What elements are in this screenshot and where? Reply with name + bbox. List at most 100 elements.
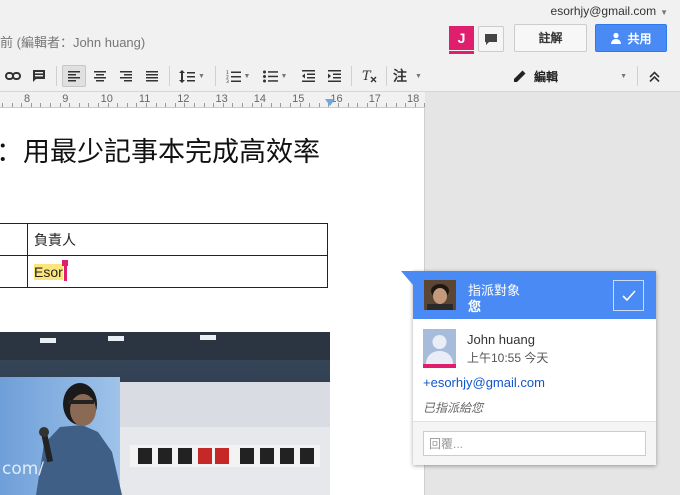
ruler-number: 10: [100, 93, 113, 105]
ruler-tick: [156, 103, 157, 107]
insert-link-button[interactable]: [2, 65, 24, 87]
comments-button[interactable]: 註解: [514, 24, 587, 52]
table-cell[interactable]: 負責人: [27, 223, 328, 256]
ruler-tick: [242, 103, 243, 107]
reply-input[interactable]: [423, 431, 646, 456]
double-chevron-up-icon: [648, 70, 660, 82]
table-cell-assignee[interactable]: Esor: [27, 255, 328, 288]
ruler-margin: [425, 92, 680, 108]
style-menu[interactable]: 注 ▼: [393, 65, 433, 87]
resolve-button[interactable]: [613, 280, 644, 311]
numbered-list-button[interactable]: 123 ▼: [220, 65, 256, 87]
checkmark-icon: [621, 290, 636, 301]
ruler-tick: [357, 103, 358, 107]
indent-marker-icon[interactable]: [325, 99, 335, 106]
ruler-number: 8: [24, 93, 31, 105]
ruler-tick: [31, 103, 32, 107]
chevron-down-icon: ▼: [660, 8, 668, 17]
ruler-tick: [108, 103, 109, 107]
toolbar-divider: [351, 66, 352, 86]
chevron-down-icon: ▼: [198, 72, 205, 80]
ruler-tick: [252, 103, 253, 107]
ruler-tick: [300, 103, 301, 107]
bulleted-list-icon: [262, 70, 278, 82]
align-center-button[interactable]: [88, 65, 112, 87]
ruler-number: 14: [253, 93, 267, 105]
comment-icon: [33, 70, 45, 82]
document-photo[interactable]: com/: [0, 332, 330, 495]
ruler-tick: [165, 103, 166, 107]
toolbar-divider: [56, 66, 57, 86]
ruler-tick: [88, 103, 89, 107]
ruler-tick: [376, 103, 377, 107]
chevron-down-icon: ▼: [415, 72, 422, 80]
formatting-toolbar: ▼ 123 ▼ ▼ T 注 ▼ 編輯 ▼: [0, 60, 680, 92]
last-edit-link[interactable]: 前 (編輯者：John huang): [0, 32, 145, 51]
clear-formatting-icon: T: [362, 69, 376, 83]
assigned-note: 已指派給您: [423, 401, 484, 415]
decrease-indent-button[interactable]: [297, 65, 319, 87]
chat-button[interactable]: [478, 26, 504, 52]
ruler-tick: [204, 103, 205, 107]
collaborator-avatar[interactable]: J: [449, 26, 474, 50]
ruler-tick: [309, 103, 310, 107]
collaborator-color-bar: [449, 51, 474, 54]
ruler-tick: [232, 103, 233, 107]
increase-indent-button[interactable]: [323, 65, 345, 87]
share-label: 共用: [627, 31, 652, 46]
assignee-photo-image: [424, 280, 456, 310]
ruler-tick: [223, 103, 224, 107]
ruler-tick: [386, 103, 387, 107]
ruler-tick: [348, 103, 349, 107]
table-cell[interactable]: [0, 255, 28, 288]
document-page[interactable]: ：用最少記事本完成高效率 負責人 Esor com/: [0, 108, 425, 495]
share-button[interactable]: 共用: [595, 24, 667, 52]
comment-author: John huang: [467, 332, 535, 347]
ruler-number: 18: [407, 93, 420, 105]
ruler-number: 17: [368, 93, 381, 105]
ruler-tick: [146, 103, 147, 107]
ruler-number: 9: [62, 93, 69, 105]
ruler-tick: [117, 103, 118, 107]
svg-text:3: 3: [226, 79, 229, 83]
align-center-icon: [94, 70, 106, 81]
ruler-tick: [98, 103, 99, 107]
ruler-tick: [194, 103, 195, 107]
toolbar-divider: [386, 66, 387, 86]
person-icon: [611, 32, 622, 44]
ruler[interactable]: 8 9 10 11 12 13 14 15 16 17 18: [0, 92, 425, 108]
svg-text:T: T: [362, 69, 372, 83]
mention-link[interactable]: +esorhjy@gmail.com: [423, 375, 545, 390]
ruler-number: 15: [292, 93, 305, 105]
clear-formatting-button[interactable]: T: [357, 65, 381, 87]
align-right-button[interactable]: [114, 65, 138, 87]
align-left-button[interactable]: [62, 65, 86, 87]
table-cell[interactable]: [0, 223, 28, 256]
pencil-icon: [514, 70, 526, 82]
collapse-toolbar-button[interactable]: [642, 65, 666, 87]
ruler-tick: [136, 103, 137, 107]
document-table[interactable]: 負責人 Esor: [0, 223, 328, 288]
insert-comment-button[interactable]: [28, 65, 50, 87]
bulleted-list-button[interactable]: ▼: [257, 65, 293, 87]
decrease-indent-icon: [301, 70, 315, 82]
highlighted-text: Esor: [34, 263, 63, 280]
ruler-tick: [40, 103, 41, 107]
justify-button[interactable]: [140, 65, 164, 87]
ruler-tick: [60, 103, 61, 107]
comment-card[interactable]: 指派對象 您 John huang 上午10:55 今天 +esorhjy@gm…: [401, 271, 656, 465]
numbered-list-icon: 123: [226, 70, 241, 83]
presentation-photo-image: com/: [0, 332, 330, 495]
align-justify-icon: [146, 70, 158, 81]
default-user-icon: [426, 335, 453, 364]
table-row: 負責人: [0, 223, 328, 256]
editing-mode-menu[interactable]: 編輯 ▼: [505, 65, 633, 87]
chevron-down-icon: ▼: [243, 72, 251, 80]
account-menu[interactable]: esorhjy@gmail.com ▼: [551, 4, 668, 18]
chevron-down-icon: ▼: [620, 72, 627, 80]
line-spacing-button[interactable]: ▼: [174, 65, 210, 87]
comment-pointer: [401, 271, 413, 285]
ruler-tick: [127, 103, 128, 107]
collaborator-cursor-flag: [62, 260, 68, 266]
ruler-tick: [213, 103, 214, 107]
